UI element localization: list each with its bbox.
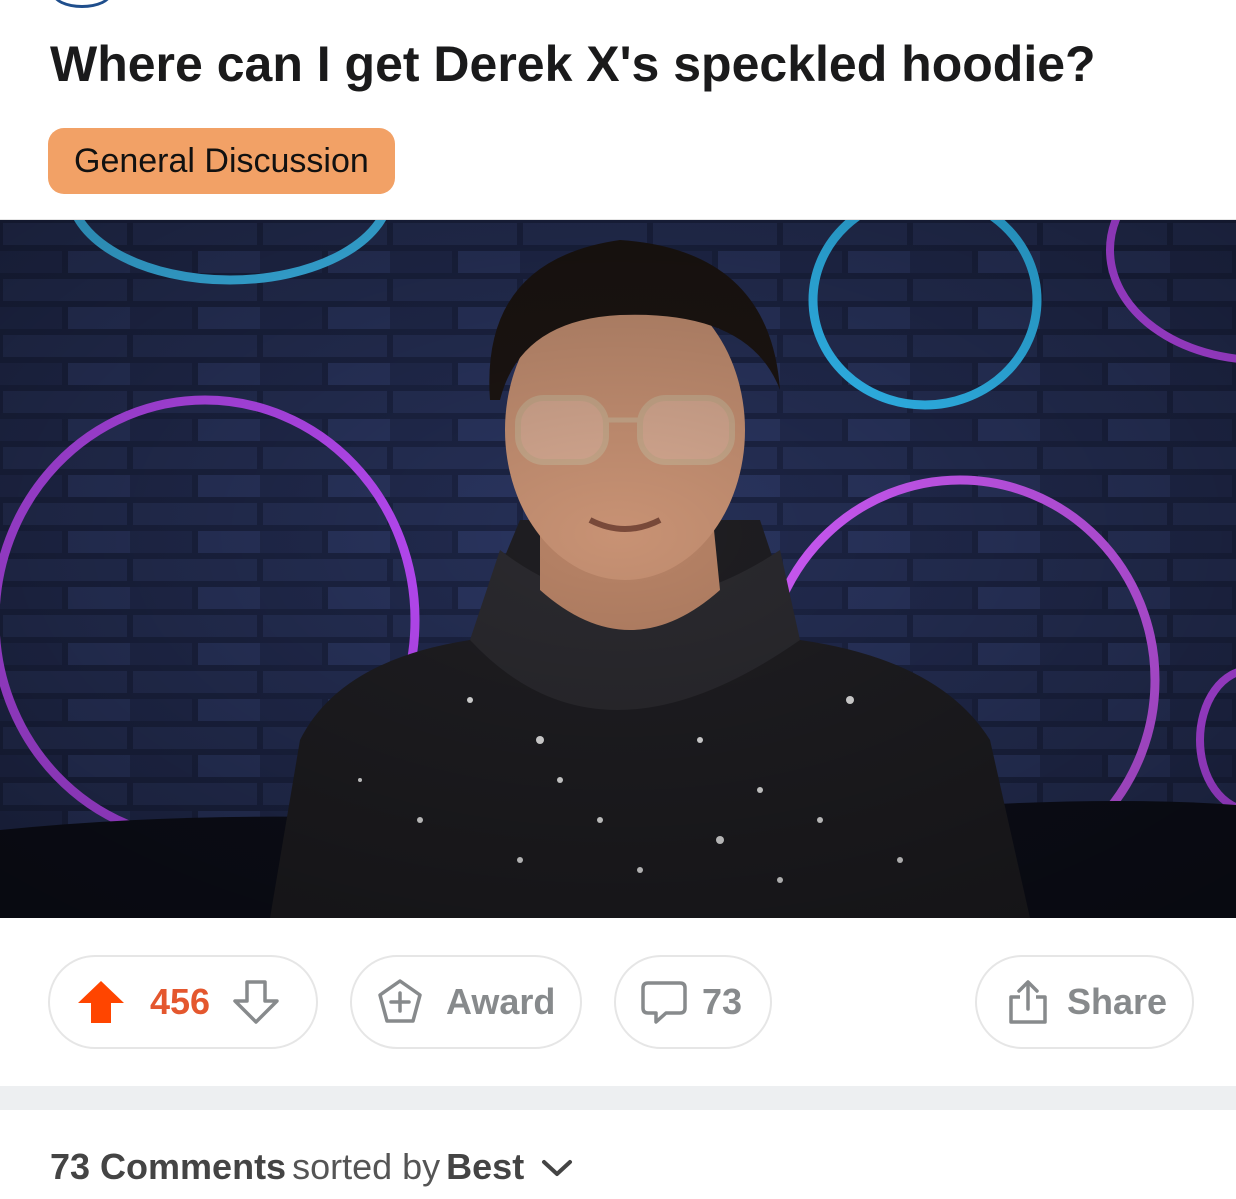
chevron-down-icon [524, 1146, 574, 1188]
comments-count-label: 73 Comments [50, 1146, 287, 1187]
award-label: Award [446, 981, 556, 1022]
award-icon [376, 978, 424, 1026]
comment-bubble-icon [640, 978, 688, 1026]
sort-dropdown[interactable]: Best [446, 1146, 574, 1188]
sorted-by-label: sorted by [292, 1146, 441, 1187]
section-separator [0, 1086, 1236, 1110]
post-image[interactable] [0, 220, 1236, 918]
share-label: Share [1067, 981, 1168, 1022]
vote-score: 456 [150, 981, 211, 1022]
share-button[interactable]: Share [975, 955, 1194, 1049]
post-flair[interactable]: General Discussion [48, 128, 395, 194]
comments-button[interactable]: 73 [614, 955, 772, 1049]
downvote-arrow-icon[interactable] [232, 979, 280, 1025]
vote-control: 456 [48, 955, 318, 1049]
sort-value: Best [446, 1146, 525, 1187]
post-image-illustration [0, 220, 1236, 918]
post-title: Where can I get Derek X's speckled hoodi… [50, 36, 1096, 92]
award-button[interactable]: Award [350, 955, 582, 1049]
subreddit-avatar[interactable] [52, 0, 112, 8]
post-action-bar: 456 Award 73 Share [0, 955, 1236, 1049]
share-icon [1007, 979, 1049, 1025]
upvote-arrow-icon[interactable] [76, 979, 126, 1025]
comments-sort-bar: 73 Comments sorted by Best [50, 1140, 574, 1194]
comment-count: 73 [702, 981, 743, 1022]
